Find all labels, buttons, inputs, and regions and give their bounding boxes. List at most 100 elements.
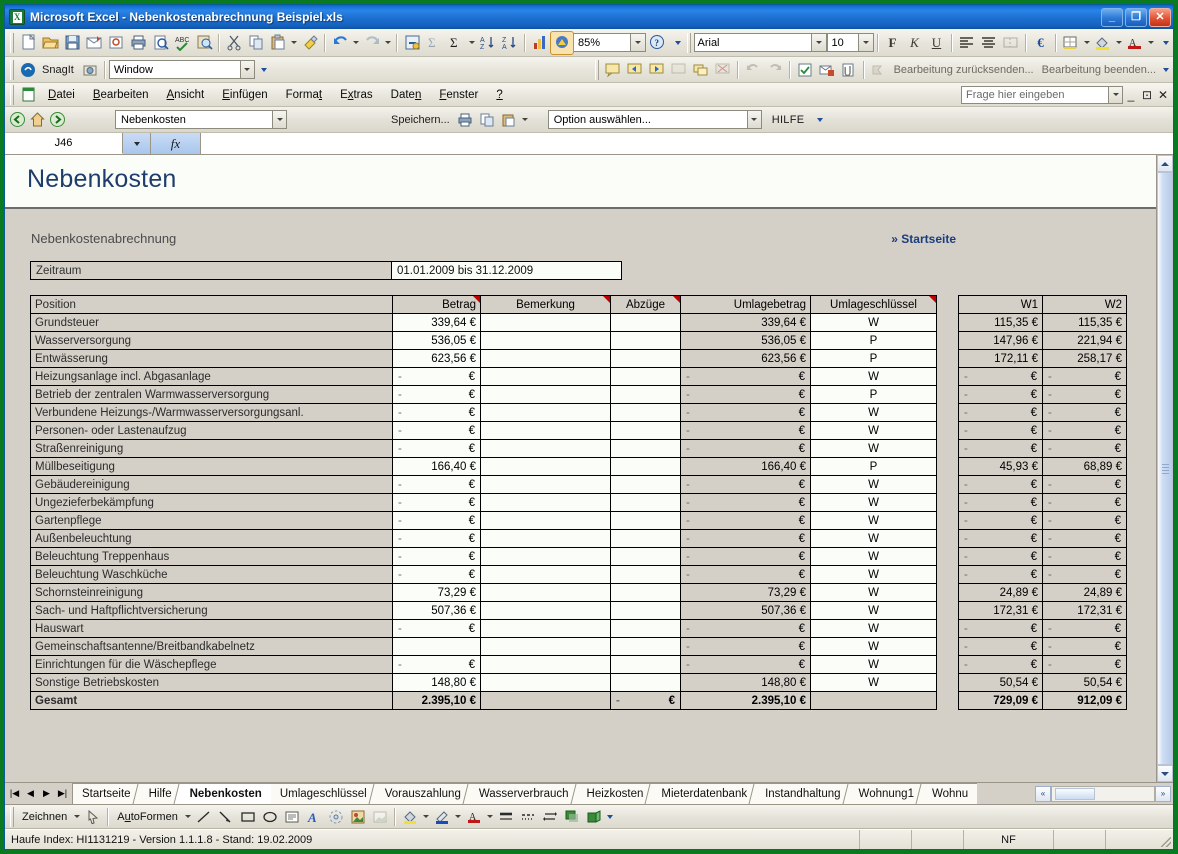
currency-euro-icon[interactable]: €: [1030, 32, 1052, 54]
spelling-icon[interactable]: ABC: [171, 32, 193, 54]
cell-betrag[interactable]: -€: [393, 476, 481, 494]
cell-abzuege[interactable]: [611, 458, 681, 476]
cell-abzuege[interactable]: [611, 494, 681, 512]
forward-navigation-icon[interactable]: [47, 110, 67, 130]
cell-umlagebetrag[interactable]: -€: [681, 620, 811, 638]
cell-umlagebetrag[interactable]: -€: [681, 530, 811, 548]
menu-item-extras[interactable]: Extras: [331, 86, 382, 104]
cell-betrag[interactable]: 73,29 €: [393, 584, 481, 602]
cell-umlagebetrag[interactable]: -€: [681, 404, 811, 422]
cell-abzuege[interactable]: [611, 386, 681, 404]
print-app-icon[interactable]: [454, 109, 476, 131]
cell-schluessel[interactable]: W: [811, 602, 937, 620]
ask-a-question-input[interactable]: Frage hier eingeben: [961, 86, 1109, 104]
doc-close-button[interactable]: ✕: [1155, 86, 1171, 104]
cell-umlagebetrag[interactable]: -€: [681, 368, 811, 386]
total-w2[interactable]: 912,09 €: [1043, 692, 1127, 710]
cell-position[interactable]: Hauswart: [31, 620, 393, 638]
menu-item-format[interactable]: Format: [277, 86, 331, 104]
cell-w1[interactable]: -€: [959, 620, 1043, 638]
option-select-input[interactable]: Option auswählen...: [548, 110, 748, 129]
worksheet-canvas[interactable]: Nebenkosten Nebenkostenabrechnung » Star…: [5, 155, 1156, 782]
new-comment-icon[interactable]: [602, 59, 624, 81]
scroll-down-button[interactable]: [1157, 765, 1173, 782]
insert-function-icon[interactable]: fx: [151, 133, 201, 154]
mail-recipient-icon[interactable]: [816, 59, 838, 81]
insert-hyperlink-icon[interactable]: [401, 32, 423, 54]
send-back-label[interactable]: Bearbeitung zurücksenden...: [890, 64, 1038, 76]
cell-bemerkung[interactable]: [481, 494, 611, 512]
italic-button[interactable]: K: [904, 32, 926, 54]
cell-position[interactable]: Müllbeseitigung: [31, 458, 393, 476]
cell-betrag[interactable]: -€: [393, 530, 481, 548]
cell-bemerkung[interactable]: [481, 386, 611, 404]
cell-schluessel[interactable]: W: [811, 368, 937, 386]
total-abzuege[interactable]: -€: [611, 692, 681, 710]
font-size-dropdown-arrow[interactable]: [859, 33, 874, 52]
sort-ascending-icon[interactable]: AZ: [477, 32, 499, 54]
cell-w1[interactable]: -€: [959, 368, 1043, 386]
line-style-icon[interactable]: [495, 806, 517, 828]
workbook-icon[interactable]: [17, 84, 39, 106]
cell-w1[interactable]: 50,54 €: [959, 674, 1043, 692]
undo-icon[interactable]: [329, 32, 351, 54]
cell-w2[interactable]: 221,94 €: [1043, 332, 1127, 350]
drawing-toggle-icon[interactable]: [551, 32, 573, 54]
cell-schluessel[interactable]: W: [811, 440, 937, 458]
cell-w2[interactable]: 115,35 €: [1043, 314, 1127, 332]
snagit-capture-icon[interactable]: [79, 59, 101, 81]
arrow-style-icon[interactable]: [539, 806, 561, 828]
cell-schluessel[interactable]: W: [811, 548, 937, 566]
cell-position[interactable]: Sach- und Haftpflichtversicherung: [31, 602, 393, 620]
cell-schluessel[interactable]: W: [811, 620, 937, 638]
cell-w2[interactable]: -€: [1043, 620, 1127, 638]
drawing-grip[interactable]: [10, 807, 14, 827]
cell-abzuege[interactable]: [611, 638, 681, 656]
copy-icon[interactable]: [245, 32, 267, 54]
cell-w2[interactable]: 172,31 €: [1043, 602, 1127, 620]
doc-minimize-button[interactable]: _: [1123, 86, 1139, 104]
cell-bemerkung[interactable]: [481, 602, 611, 620]
menu-item-datei[interactable]: Datei: [39, 86, 84, 104]
cell-w2[interactable]: -€: [1043, 548, 1127, 566]
wordart-icon[interactable]: A: [303, 806, 325, 828]
cell-schluessel[interactable]: W: [811, 476, 937, 494]
cell-w1[interactable]: -€: [959, 548, 1043, 566]
header-betrag[interactable]: Betrag: [393, 296, 481, 314]
menu-item-fenster[interactable]: Fenster: [430, 86, 487, 104]
print-icon[interactable]: [127, 32, 149, 54]
header-position[interactable]: Position: [31, 296, 393, 314]
close-button[interactable]: ✕: [1149, 8, 1171, 27]
sort-descending-icon[interactable]: ZA: [499, 32, 521, 54]
permission-icon[interactable]: [105, 32, 127, 54]
cell-abzuege[interactable]: [611, 440, 681, 458]
cell-umlagebetrag[interactable]: -€: [681, 548, 811, 566]
bold-button[interactable]: F: [882, 32, 904, 54]
cell-betrag[interactable]: -€: [393, 512, 481, 530]
cell-betrag[interactable]: -€: [393, 404, 481, 422]
toolbar-overflow-button[interactable]: [673, 32, 684, 54]
cell-position[interactable]: Gemeinschaftsantenne/Breitbandkabelnetz: [31, 638, 393, 656]
show-all-comments-icon[interactable]: [690, 59, 712, 81]
cell-umlagebetrag[interactable]: -€: [681, 440, 811, 458]
reject-change-icon[interactable]: [742, 59, 764, 81]
cell-position[interactable]: Einrichtungen für die Wäschepflege: [31, 656, 393, 674]
shadow-style-icon[interactable]: [561, 806, 583, 828]
tab-split-track[interactable]: [1051, 786, 1155, 802]
cell-abzuege[interactable]: [611, 332, 681, 350]
total-position[interactable]: Gesamt: [31, 692, 393, 710]
cell-w1[interactable]: -€: [959, 440, 1043, 458]
cell-abzuege[interactable]: [611, 530, 681, 548]
cell-bemerkung[interactable]: [481, 548, 611, 566]
cell-bemerkung[interactable]: [481, 674, 611, 692]
save-icon[interactable]: [61, 32, 83, 54]
snagit-overflow-button[interactable]: [259, 59, 270, 81]
cell-umlagebetrag[interactable]: -€: [681, 656, 811, 674]
cell-w1[interactable]: 172,11 €: [959, 350, 1043, 368]
snagit-mode-select[interactable]: Window: [109, 60, 241, 79]
font-name-input[interactable]: Arial: [694, 33, 812, 52]
resize-grip[interactable]: [1157, 830, 1173, 849]
menu-item-ansicht[interactable]: Ansicht: [158, 86, 214, 104]
cell-w2[interactable]: -€: [1043, 494, 1127, 512]
cell-position[interactable]: Schornsteinreinigung: [31, 584, 393, 602]
